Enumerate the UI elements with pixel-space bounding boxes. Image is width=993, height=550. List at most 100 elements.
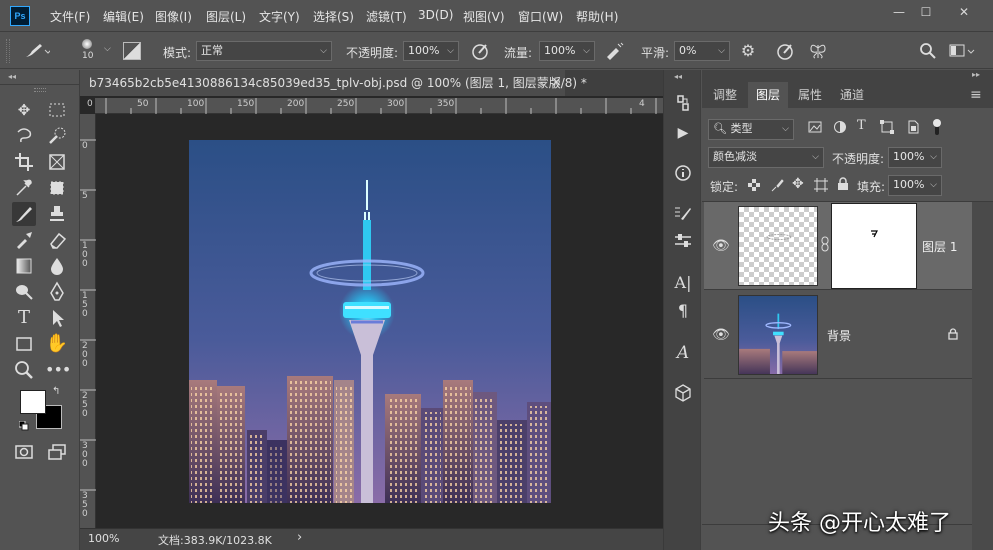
opacity-field[interactable]: 100% ⌵ — [403, 41, 459, 61]
3d-cube-icon[interactable] — [671, 382, 695, 404]
visibility-eye-icon[interactable]: 👁︎ — [712, 327, 730, 343]
filter-type-icon[interactable]: T — [857, 118, 866, 133]
quick-mask-icon[interactable] — [12, 440, 36, 464]
fill-field[interactable]: 100% ⌵ — [888, 175, 942, 196]
menu-type[interactable]: 文字(Y) — [259, 8, 300, 25]
filter-toggle-icon[interactable] — [932, 118, 942, 136]
close-tab-icon[interactable]: × — [551, 75, 562, 90]
brush-tip-icon[interactable] — [82, 39, 92, 49]
link-chain-icon[interactable] — [821, 236, 829, 252]
close-button[interactable]: ✕ — [950, 3, 978, 23]
quick-selection-tool-icon[interactable] — [45, 124, 69, 148]
eyedropper-tool-icon[interactable] — [12, 176, 36, 200]
search-icon[interactable] — [918, 41, 938, 61]
minimize-button[interactable]: — — [885, 3, 913, 23]
background-thumbnail[interactable] — [738, 295, 818, 375]
collapse-icon[interactable]: ◂◂ — [8, 72, 16, 81]
hand-tool-icon[interactable]: ✋ — [45, 332, 69, 356]
swap-colors-icon[interactable]: ↰ — [52, 386, 60, 397]
pressure-opacity-icon[interactable] — [470, 41, 490, 61]
character-icon[interactable]: A| — [671, 272, 695, 294]
glyphs-icon[interactable]: A — [671, 342, 695, 364]
foreground-color-swatch[interactable] — [20, 390, 46, 414]
content-aware-icon[interactable] — [45, 176, 69, 200]
menu-filter[interactable]: 滤镜(T) — [366, 8, 407, 25]
blur-tool-icon[interactable] — [45, 254, 69, 278]
layer-row-background[interactable]: 👁︎ 背景 — [704, 291, 972, 379]
history-brush-tool-icon[interactable] — [12, 228, 36, 252]
tab-layers[interactable]: 图层 — [748, 82, 788, 108]
pen-tool-icon[interactable] — [45, 280, 69, 304]
gear-icon[interactable]: ⚙ — [738, 41, 758, 61]
document-tab[interactable]: b73465b2cb5e4130886134c85039ed35_tplv-ob… — [80, 70, 587, 96]
clone-stamp-tool-icon[interactable] — [45, 202, 69, 226]
gradient-tool-icon[interactable] — [12, 254, 36, 278]
layer-opacity-field[interactable]: 100% ⌵ — [888, 147, 942, 168]
lock-position-icon[interactable]: ✥ — [792, 176, 804, 192]
lock-pixels-icon[interactable] — [770, 178, 784, 192]
menu-layer[interactable]: 图层(L) — [206, 8, 246, 25]
lock-all-icon[interactable] — [837, 177, 849, 191]
crop-tool-icon[interactable] — [12, 150, 36, 174]
tab-channels[interactable]: 通道 — [832, 82, 872, 108]
layers-scrollbar[interactable] — [972, 202, 993, 550]
symmetry-butterfly-icon[interactable] — [808, 41, 828, 61]
layer-row-1[interactable]: 👁︎ 图层 1 — [704, 202, 972, 290]
info-icon[interactable] — [671, 162, 695, 184]
layer-filter-select[interactable]: 🔍︎ 类型 ⌵ — [708, 119, 794, 140]
brush-panel-toggle-icon[interactable] — [123, 42, 141, 60]
brush-settings-icon[interactable] — [671, 202, 695, 224]
collapse-icon[interactable]: ▸▸ — [972, 70, 980, 79]
tab-properties[interactable]: 属性 — [790, 82, 830, 108]
layer-name[interactable]: 背景 — [827, 327, 851, 344]
status-menu-arrow-icon[interactable]: › — [297, 530, 302, 545]
layer-thumbnail[interactable] — [738, 206, 818, 286]
document-canvas-image[interactable] — [189, 140, 551, 503]
tab-adjustments[interactable]: 调整 — [706, 82, 744, 108]
collapse-icon[interactable]: ◂◂ — [674, 72, 682, 81]
menu-image[interactable]: 图像(I) — [155, 8, 192, 25]
menu-3d[interactable]: 3D(D) — [418, 8, 453, 22]
layer-name[interactable]: 图层 1 — [922, 238, 957, 255]
default-colors-icon[interactable] — [18, 420, 29, 431]
visibility-eye-icon[interactable]: 👁︎ — [712, 238, 730, 254]
filter-smart-object-icon[interactable] — [906, 120, 920, 134]
zoom-level[interactable]: 100% — [88, 532, 119, 545]
airbrush-icon[interactable] — [604, 41, 624, 61]
screen-mode-icon[interactable] — [45, 440, 69, 464]
mode-select[interactable]: 正常 ⌵ — [196, 41, 332, 61]
history-icon[interactable] — [671, 92, 695, 114]
more-tools-icon[interactable]: ••• — [45, 358, 71, 382]
menu-file[interactable]: 文件(F) — [50, 8, 90, 25]
menu-edit[interactable]: 编辑(E) — [103, 8, 144, 25]
rectangle-tool-icon[interactable] — [12, 332, 36, 356]
smoothing-field[interactable]: 0% ⌵ — [674, 41, 730, 61]
filter-pixel-icon[interactable] — [808, 120, 822, 134]
eraser-tool-icon[interactable] — [45, 228, 69, 252]
chevron-down-icon[interactable]: ⌵ — [104, 44, 111, 54]
brush-preset-icon[interactable] — [22, 41, 52, 61]
lock-artboard-icon[interactable] — [814, 178, 828, 192]
filter-shape-icon[interactable] — [880, 120, 894, 134]
filter-adjustment-icon[interactable] — [833, 120, 847, 134]
blend-mode-select[interactable]: 颜色减淡 ⌵ — [708, 147, 824, 168]
zoom-tool-icon[interactable] — [12, 358, 36, 382]
marquee-tool-icon[interactable] — [45, 98, 69, 122]
menu-help[interactable]: 帮助(H) — [576, 8, 618, 25]
path-selection-tool-icon[interactable] — [45, 306, 69, 330]
actions-play-icon[interactable]: ▶ — [671, 122, 695, 144]
layer-mask-thumbnail[interactable] — [831, 203, 917, 289]
menu-window[interactable]: 窗口(W) — [518, 8, 563, 25]
workspace-icon[interactable] — [948, 41, 976, 61]
lock-transparent-icon[interactable] — [748, 179, 760, 191]
move-tool-icon[interactable]: ✥ — [12, 98, 36, 122]
frame-tool-icon[interactable] — [45, 150, 69, 174]
brush-tool-icon[interactable] — [12, 202, 36, 226]
pressure-size-icon[interactable] — [775, 41, 795, 61]
dodge-tool-icon[interactable] — [12, 280, 36, 304]
panel-menu-icon[interactable]: ≡ — [970, 87, 982, 103]
flow-field[interactable]: 100% ⌵ — [539, 41, 595, 61]
paragraph-icon[interactable]: ¶ — [671, 300, 695, 322]
maximize-button[interactable]: ☐ — [912, 3, 940, 23]
type-tool-icon[interactable]: T — [12, 306, 36, 330]
